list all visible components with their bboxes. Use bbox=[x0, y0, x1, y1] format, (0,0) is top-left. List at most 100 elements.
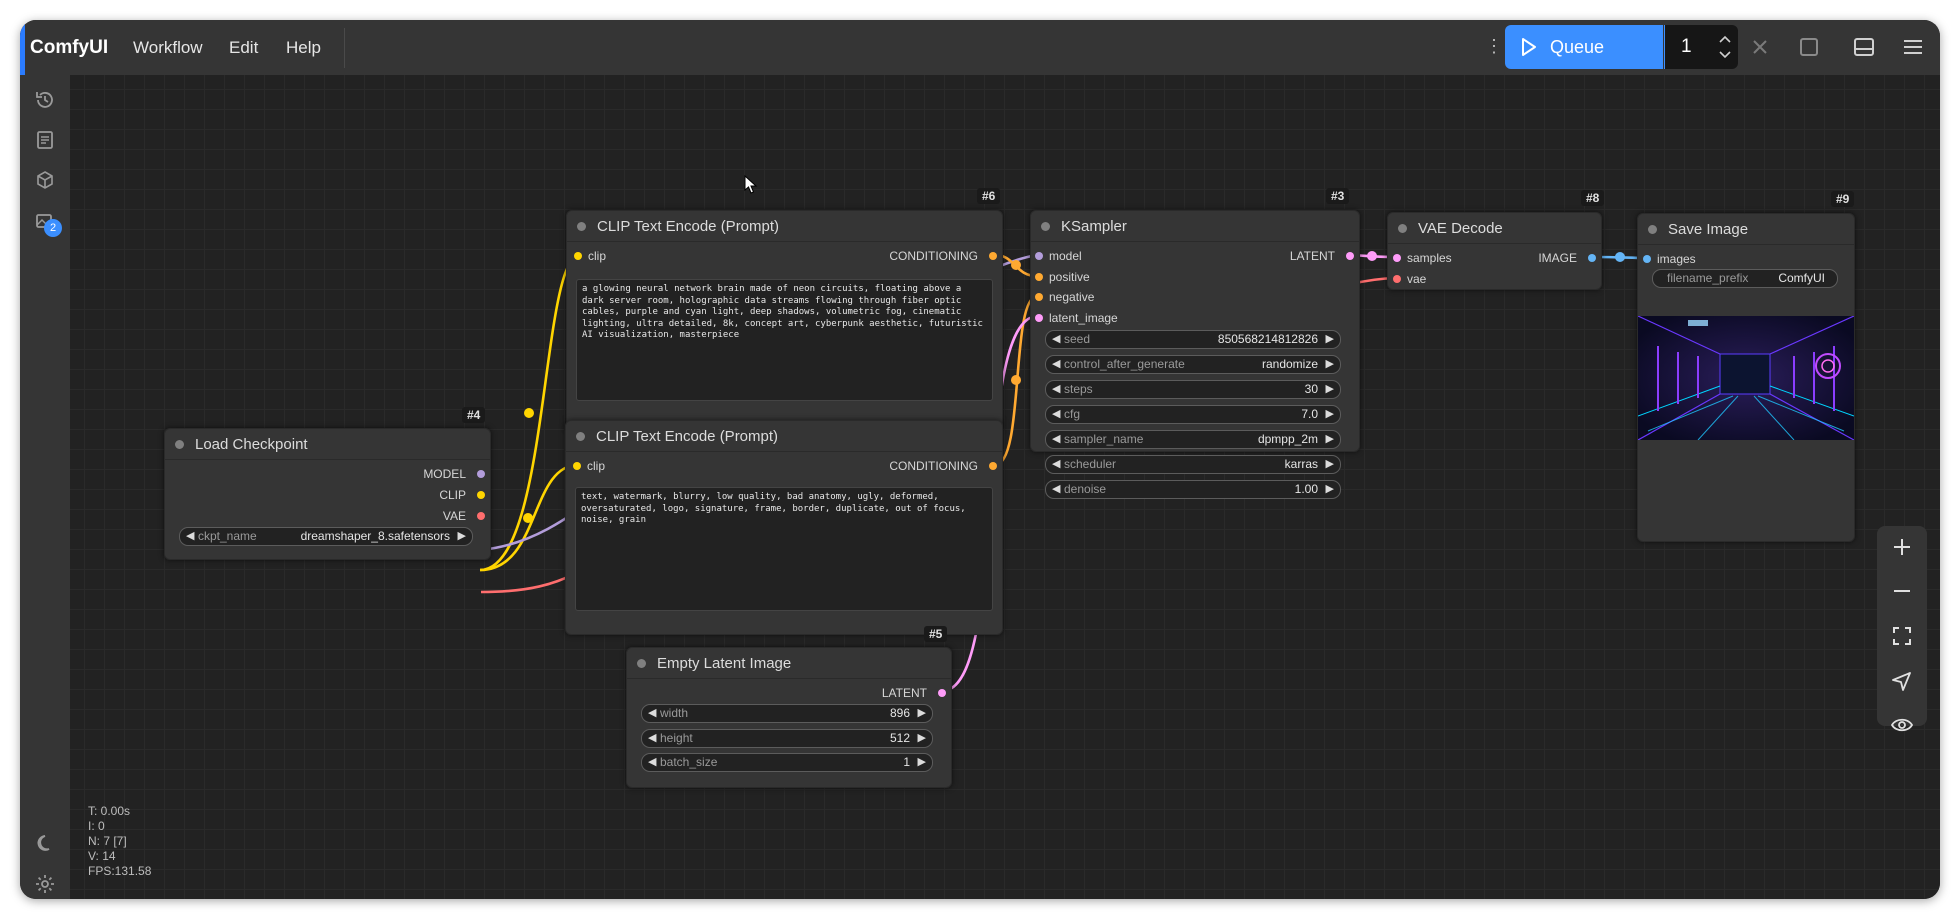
node-id-badge: #8 bbox=[1581, 190, 1605, 206]
widget-denoise[interactable]: ◀ denoise 1.00 ▶ bbox=[1045, 480, 1341, 499]
collapse-dot[interactable] bbox=[637, 659, 646, 668]
increment-arrow-icon[interactable]: ▶ bbox=[1326, 407, 1334, 420]
input-label-images: images bbox=[1657, 252, 1696, 266]
zoom-in-icon[interactable] bbox=[1890, 535, 1914, 559]
output-slot-conditioning[interactable] bbox=[989, 462, 997, 470]
collapse-dot[interactable] bbox=[576, 432, 585, 441]
output-label-latent: LATENT bbox=[1289, 249, 1335, 263]
input-slot-positive[interactable] bbox=[1035, 273, 1043, 281]
input-slot-vae[interactable] bbox=[1393, 275, 1401, 283]
input-slot-samples[interactable] bbox=[1393, 254, 1401, 262]
output-slot-image[interactable] bbox=[1588, 254, 1596, 262]
node-title-bar[interactable]: KSampler bbox=[1031, 211, 1359, 242]
output-label-latent: LATENT bbox=[881, 686, 927, 700]
input-slot-clip[interactable] bbox=[574, 252, 582, 260]
widget-value: 7.0 bbox=[1301, 407, 1318, 421]
input-slot-negative[interactable] bbox=[1035, 293, 1043, 301]
widget-label: control_after_generate bbox=[1064, 357, 1185, 371]
output-slot-conditioning[interactable] bbox=[989, 252, 997, 260]
increment-arrow-icon[interactable]: ▶ bbox=[1326, 432, 1334, 445]
widget-width[interactable]: ◀ width 896 ▶ bbox=[641, 704, 933, 723]
node-clip-text-encode-negative[interactable]: CLIP Text Encode (Prompt) clip CONDITION… bbox=[565, 420, 1003, 635]
decrement-arrow-icon[interactable]: ◀ bbox=[1052, 482, 1060, 495]
collapse-dot[interactable] bbox=[1041, 222, 1050, 231]
collapse-dot[interactable] bbox=[1398, 224, 1407, 233]
input-slot-latent-image[interactable] bbox=[1035, 314, 1043, 322]
widget-label: filename_prefix bbox=[1667, 271, 1749, 285]
fit-view-icon[interactable] bbox=[1890, 624, 1914, 648]
node-id-badge: #6 bbox=[977, 188, 1001, 204]
input-slot-clip[interactable] bbox=[573, 462, 581, 470]
collapse-dot[interactable] bbox=[175, 440, 184, 449]
increment-arrow-icon[interactable]: ▶ bbox=[458, 529, 466, 542]
increment-arrow-icon[interactable]: ▶ bbox=[1326, 357, 1334, 370]
node-title-bar[interactable]: Load Checkpoint bbox=[165, 429, 490, 460]
node-id-badge: #9 bbox=[1831, 191, 1855, 207]
collapse-dot[interactable] bbox=[577, 222, 586, 231]
widget-scheduler[interactable]: ◀ scheduler karras ▶ bbox=[1045, 455, 1341, 474]
output-slot-model[interactable] bbox=[477, 470, 485, 478]
increment-arrow-icon[interactable]: ▶ bbox=[918, 755, 926, 768]
output-image-preview[interactable] bbox=[1638, 316, 1854, 440]
input-slot-model[interactable] bbox=[1035, 252, 1043, 260]
decrement-arrow-icon[interactable]: ◀ bbox=[1052, 382, 1060, 395]
node-save-image[interactable]: Save Image images filename_prefix ComfyU… bbox=[1637, 213, 1855, 542]
stat-nodes: N: 7 [7] bbox=[88, 834, 127, 848]
input-label-negative: negative bbox=[1049, 290, 1095, 304]
output-slot-clip[interactable] bbox=[477, 491, 485, 499]
output-slot-latent[interactable] bbox=[1346, 252, 1354, 260]
output-slot-vae[interactable] bbox=[477, 512, 485, 520]
node-title: KSampler bbox=[1061, 218, 1127, 235]
widget-height[interactable]: ◀ height 512 ▶ bbox=[641, 729, 933, 748]
widget-filename-prefix[interactable]: filename_prefix ComfyUI bbox=[1652, 269, 1838, 288]
widget-label: seed bbox=[1064, 332, 1091, 346]
decrement-arrow-icon[interactable]: ◀ bbox=[1052, 332, 1060, 345]
widget-sampler-name[interactable]: ◀ sampler_name dpmpp_2m ▶ bbox=[1045, 430, 1341, 449]
increment-arrow-icon[interactable]: ▶ bbox=[918, 731, 926, 744]
increment-arrow-icon[interactable]: ▶ bbox=[918, 706, 926, 719]
eye-icon[interactable] bbox=[1890, 713, 1914, 737]
widget-label: height bbox=[660, 731, 693, 745]
increment-arrow-icon[interactable]: ▶ bbox=[1326, 332, 1334, 345]
node-vae-decode[interactable]: VAE Decode samples vae IMAGE bbox=[1387, 212, 1602, 290]
decrement-arrow-icon[interactable]: ◀ bbox=[186, 529, 194, 542]
node-title-bar[interactable]: VAE Decode bbox=[1388, 213, 1601, 244]
zoom-out-icon[interactable] bbox=[1890, 579, 1914, 603]
increment-arrow-icon[interactable]: ▶ bbox=[1326, 382, 1334, 395]
decrement-arrow-icon[interactable]: ◀ bbox=[648, 755, 656, 768]
decrement-arrow-icon[interactable]: ◀ bbox=[1052, 357, 1060, 370]
node-title-bar[interactable]: Save Image bbox=[1638, 214, 1854, 245]
node-title-bar[interactable]: CLIP Text Encode (Prompt) bbox=[566, 421, 1002, 452]
node-clip-text-encode-positive[interactable]: CLIP Text Encode (Prompt) clip CONDITION… bbox=[566, 210, 1003, 430]
decrement-arrow-icon[interactable]: ◀ bbox=[648, 731, 656, 744]
widget-control-after-generate[interactable]: ◀ control_after_generate randomize ▶ bbox=[1045, 355, 1341, 374]
collapse-dot[interactable] bbox=[1648, 225, 1657, 234]
node-load-checkpoint[interactable]: Load Checkpoint MODEL CLIP VAE ◀ ckpt_na… bbox=[164, 428, 491, 560]
increment-arrow-icon[interactable]: ▶ bbox=[1326, 457, 1334, 470]
decrement-arrow-icon[interactable]: ◀ bbox=[1052, 457, 1060, 470]
input-label-positive: positive bbox=[1049, 270, 1090, 284]
widget-value: ComfyUI bbox=[1778, 271, 1825, 285]
widget-seed[interactable]: ◀ seed 850568214812826 ▶ bbox=[1045, 330, 1341, 349]
node-title-bar[interactable]: Empty Latent Image bbox=[627, 648, 951, 679]
decrement-arrow-icon[interactable]: ◀ bbox=[1052, 407, 1060, 420]
reroute-dot bbox=[1615, 252, 1625, 262]
node-empty-latent-image[interactable]: Empty Latent Image LATENT ◀ width 896 ▶ ◀ he… bbox=[626, 647, 952, 788]
node-id-badge: #3 bbox=[1326, 188, 1350, 204]
input-slot-images[interactable] bbox=[1643, 255, 1651, 263]
widget-ckpt-name[interactable]: ◀ ckpt_name dreamshaper_8.safetensors ▶ bbox=[179, 527, 473, 546]
widget-batch-size[interactable]: ◀ batch_size 1 ▶ bbox=[641, 753, 933, 772]
node-ksampler[interactable]: KSampler model positive negative latent_… bbox=[1030, 210, 1360, 499]
prompt-textarea[interactable]: a glowing neural network brain made of n… bbox=[576, 279, 993, 401]
widget-cfg[interactable]: ◀ cfg 7.0 ▶ bbox=[1045, 405, 1341, 424]
stat-iterations: I: 0 bbox=[88, 819, 105, 833]
decrement-arrow-icon[interactable]: ◀ bbox=[648, 706, 656, 719]
node-title-bar[interactable]: CLIP Text Encode (Prompt) bbox=[567, 211, 1002, 242]
navigate-icon[interactable] bbox=[1890, 669, 1914, 693]
widget-steps[interactable]: ◀ steps 30 ▶ bbox=[1045, 380, 1341, 399]
increment-arrow-icon[interactable]: ▶ bbox=[1326, 482, 1334, 495]
reroute-dot bbox=[1011, 375, 1021, 385]
output-slot-latent[interactable] bbox=[938, 689, 946, 697]
decrement-arrow-icon[interactable]: ◀ bbox=[1052, 432, 1060, 445]
prompt-textarea[interactable]: text, watermark, blurry, low quality, ba… bbox=[575, 487, 993, 611]
